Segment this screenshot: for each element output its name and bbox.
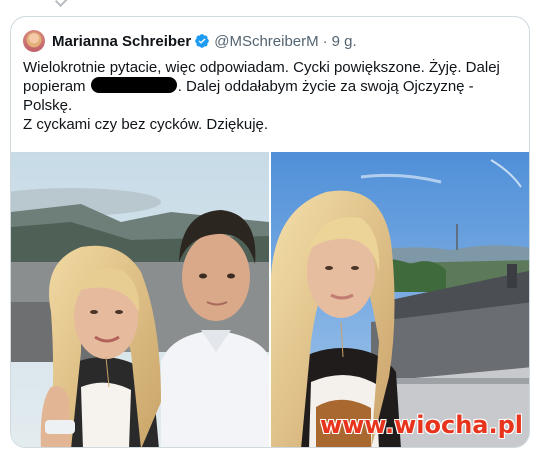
tweet-text: Wielokrotnie pytacie, więc odpowiadam. C… bbox=[23, 58, 519, 134]
tweet-text-fragment: . Dalej oddałabym życie za swoją Ojczyzn… bbox=[177, 78, 474, 95]
photo-selfie-couple-image bbox=[11, 152, 269, 447]
author-handle[interactable]: @MSchreiberM bbox=[214, 33, 318, 50]
photo-selfie-couple[interactable] bbox=[11, 152, 269, 447]
tweet-header: Marianna Schreiber @MSchreiberM · 9 g. bbox=[23, 29, 357, 53]
verified-badge-icon[interactable] bbox=[194, 33, 210, 49]
previous-tweet-remnant bbox=[0, 0, 544, 14]
tweet-line: popieram . Dalej oddałabym życie za swoj… bbox=[23, 77, 519, 96]
author-name[interactable]: Marianna Schreiber bbox=[52, 33, 191, 50]
tweet-timestamp[interactable]: 9 g. bbox=[332, 33, 357, 50]
avatar[interactable] bbox=[23, 30, 45, 52]
redaction-bar bbox=[90, 77, 177, 93]
thread-line-icon bbox=[54, 0, 70, 8]
quoted-tweet-card[interactable]: Marianna Schreiber @MSchreiberM · 9 g. W… bbox=[10, 16, 530, 448]
tweet-text-fragment: popieram bbox=[23, 78, 86, 95]
photo-rooftop-portrait-image bbox=[271, 152, 529, 447]
separator-dot: · bbox=[322, 32, 328, 50]
tweet-media: www.wiocha.pl bbox=[11, 152, 529, 447]
tweet-line: Wielokrotnie pytacie, więc odpowiadam. C… bbox=[23, 59, 500, 76]
tweet-line: Polskę. bbox=[23, 97, 73, 114]
photo-rooftop-portrait[interactable]: www.wiocha.pl bbox=[269, 152, 529, 447]
tweet-line: Z cyckami czy bez cycków. Dziękuję. bbox=[23, 116, 269, 133]
watermark: www.wiocha.pl bbox=[319, 411, 523, 439]
